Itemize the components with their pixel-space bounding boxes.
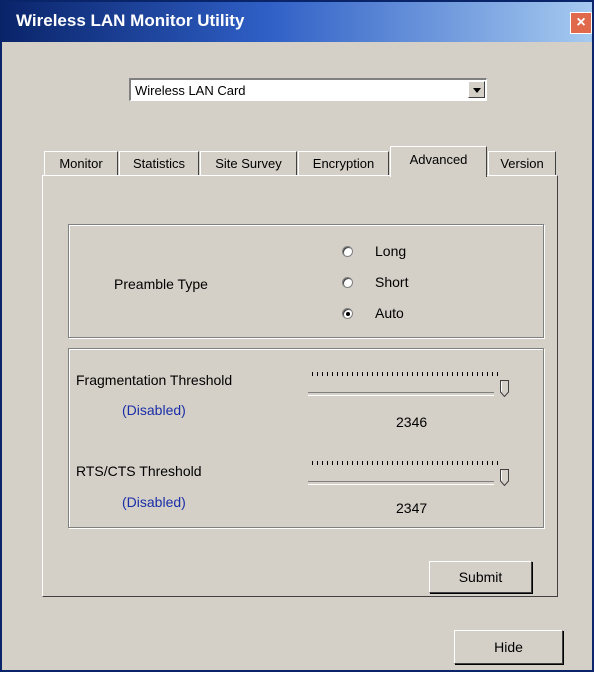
device-select[interactable]: Wireless LAN Card (129, 78, 487, 101)
dropdown-button[interactable] (468, 81, 485, 98)
fragmentation-status: (Disabled) (122, 402, 186, 418)
main-window: Wireless LAN Monitor Utility × Wireless … (0, 0, 594, 672)
fragmentation-slider[interactable] (308, 370, 514, 400)
preamble-type-label: Preamble Type (114, 276, 208, 292)
slider-track (308, 392, 494, 396)
device-select-value: Wireless LAN Card (135, 83, 246, 98)
tab-site-survey[interactable]: Site Survey (200, 151, 297, 175)
close-button[interactable]: × (570, 12, 592, 34)
title-bar[interactable]: Wireless LAN Monitor Utility × (2, 2, 592, 42)
tab-advanced[interactable]: Advanced (390, 146, 487, 177)
rts-cts-threshold-label: RTS/CTS Threshold (76, 463, 202, 479)
window-title: Wireless LAN Monitor Utility (16, 11, 245, 30)
rts-cts-status: (Disabled) (122, 494, 186, 510)
slider-ticks (312, 372, 502, 376)
fragmentation-threshold-label: Fragmentation Threshold (76, 372, 233, 388)
radio-short[interactable] (342, 277, 353, 288)
close-icon: × (576, 14, 586, 31)
rts-cts-slider[interactable] (308, 459, 514, 489)
fragmentation-value: 2346 (396, 414, 428, 430)
submit-button[interactable]: Submit (429, 561, 532, 593)
slider-track (308, 481, 494, 485)
hide-button[interactable]: Hide (454, 630, 563, 664)
slider-thumb[interactable] (500, 469, 509, 486)
radio-auto-label: Auto (375, 305, 404, 321)
chevron-down-icon (473, 88, 481, 93)
rts-cts-value: 2347 (396, 500, 428, 516)
radio-long[interactable] (342, 246, 353, 257)
tab-monitor[interactable]: Monitor (44, 151, 118, 175)
radio-auto[interactable] (342, 308, 353, 319)
slider-ticks (312, 461, 502, 465)
slider-thumb[interactable] (500, 380, 509, 397)
tab-version[interactable]: Version (488, 151, 556, 175)
tab-encryption[interactable]: Encryption (298, 151, 389, 175)
radio-long-label: Long (375, 243, 407, 259)
radio-short-label: Short (375, 274, 409, 290)
tab-statistics[interactable]: Statistics (119, 151, 199, 175)
